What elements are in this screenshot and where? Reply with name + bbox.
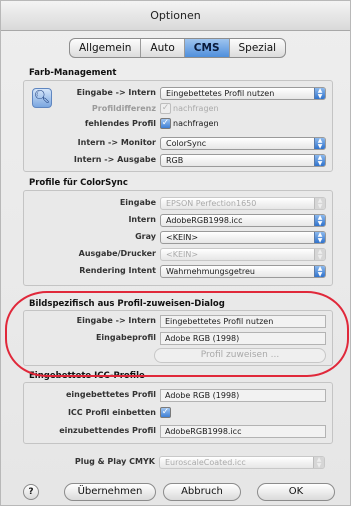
chevron-updown-icon: ▲ ▼ <box>314 138 325 149</box>
intern-monitor-label: Intern -> Monitor <box>77 138 156 147</box>
fehlendes-profil-label: fehlendes Profil <box>84 119 156 128</box>
tab-bar: Allgemein Auto CMS Spezial <box>69 38 287 58</box>
bild-eingabe-intern-row: Eingabe -> Intern Eingebettetes Profil n… <box>24 315 334 329</box>
eingebettetes-profil-label: eingebettetes Profil <box>65 390 156 399</box>
rendering-intent-popup[interactable]: Wahrnehmungsgetreu ▲ ▼ <box>160 265 326 278</box>
bildspezifisch-group: Eingabe -> Intern Eingebettetes Profil n… <box>23 310 333 366</box>
eingabe-intern-popup[interactable]: Eingebettetes Profil nutzen ▲ ▼ <box>160 87 326 100</box>
profildifferenz-value: nachfragen <box>173 104 219 113</box>
eingabeprofil-field: Adobe RGB (1998) <box>160 332 326 345</box>
intern-ausgabe-row: Intern -> Ausgabe RGB ▲ ▼ <box>24 154 334 168</box>
eingebettetes-profil-row: eingebettetes Profil Adobe RGB (1998) <box>24 389 334 403</box>
ok-button[interactable]: OK <box>257 483 335 501</box>
gray-label: Gray <box>135 232 156 241</box>
gray-value: <KEIN> <box>166 233 199 242</box>
eingabe-row: Eingabe EPSON Perfection1650 ▲ ▼ <box>24 197 334 211</box>
icc-profile-title: Eingebettete ICC-Profile <box>29 371 145 381</box>
intern-monitor-value: ColorSync <box>166 139 207 148</box>
checkmark-icon: ✓ <box>160 407 171 418</box>
einzubettendes-profil-field[interactable]: AdobeRGB1998.icc <box>160 425 326 438</box>
tab-cms[interactable]: CMS <box>184 39 230 57</box>
tab-allgemein[interactable]: Allgemein <box>70 39 142 57</box>
cancel-button[interactable]: Abbruch <box>163 483 241 501</box>
fehlendes-profil-row: fehlendes Profil ✓ nachfragen <box>24 118 334 132</box>
profildifferenz-label: Profildifferenz <box>91 104 156 113</box>
help-button[interactable]: ? <box>23 484 39 500</box>
eingabe-intern-label: Eingabe -> Intern <box>76 88 156 97</box>
plug-play-value: EuroscaleCoated.icc <box>165 458 246 467</box>
icc-profile-group: eingebettetes Profil Adobe RGB (1998) IC… <box>23 382 333 444</box>
eingabeprofil-row: Eingabeprofil Adobe RGB (1998) <box>24 332 334 346</box>
chevron-updown-icon: ▲ ▼ <box>313 457 324 468</box>
rendering-intent-label: Rendering Intent <box>79 266 156 275</box>
bild-eingabe-intern-field: Eingebettetes Profil nutzen <box>160 315 326 328</box>
profile-colorsync-group: Eingabe EPSON Perfection1650 ▲ ▼ Intern A… <box>23 190 333 286</box>
ausgabe-drucker-value: <KEIN> <box>166 250 199 259</box>
tab-auto[interactable]: Auto <box>141 39 185 57</box>
icc-einbetten-label: ICC Profil einbetten <box>67 408 156 417</box>
farb-management-group: 🔍︎ Eingabe -> Intern Eingebettetes Profi… <box>23 80 333 172</box>
chevron-updown-icon: ▲ ▼ <box>314 88 325 99</box>
einzubettendes-profil-row: einzubettendes Profil AdobeRGB1998.icc <box>24 425 334 439</box>
intern-value: AdobeRGB1998.icc <box>166 216 243 225</box>
plug-play-label: Plug & Play CMYK <box>74 457 155 466</box>
gray-popup[interactable]: <KEIN> ▲ ▼ <box>160 231 326 244</box>
intern-ausgabe-value: RGB <box>166 156 184 165</box>
chevron-updown-icon: ▲ ▼ <box>314 249 325 260</box>
intern-ausgabe-popup[interactable]: RGB ▲ ▼ <box>160 154 326 167</box>
chevron-updown-icon: ▲ ▼ <box>314 232 325 243</box>
chevron-updown-icon: ▲ ▼ <box>314 266 325 277</box>
einzubettendes-profil-label: einzubettendes Profil <box>59 426 156 435</box>
icc-einbetten-checkbox[interactable]: ✓ <box>160 407 171 420</box>
ausgabe-drucker-row: Ausgabe/Drucker <KEIN> ▲ ▼ <box>24 248 334 262</box>
intern-popup[interactable]: AdobeRGB1998.icc ▲ ▼ <box>160 214 326 227</box>
chevron-updown-icon: ▲ ▼ <box>314 198 325 209</box>
icc-einbetten-row: ICC Profil einbetten ✓ <box>24 407 334 421</box>
options-window: Optionen Allgemein Auto CMS Spezial Farb… <box>0 0 351 506</box>
plug-play-row: Plug & Play CMYK EuroscaleCoated.icc ▲ ▼ <box>23 456 333 470</box>
profildifferenz-checkbox[interactable]: ✓ nachfragen <box>160 103 219 116</box>
intern-monitor-popup[interactable]: ColorSync ▲ ▼ <box>160 137 326 150</box>
checkmark-icon: ✓ <box>160 103 171 114</box>
bild-eingabe-intern-label: Eingabe -> Intern <box>76 316 156 325</box>
fehlendes-profil-value: nachfragen <box>173 119 219 128</box>
fehlendes-profil-checkbox[interactable]: ✓ nachfragen <box>160 118 219 131</box>
eingabe-value: EPSON Perfection1650 <box>166 199 257 208</box>
window-title: Optionen <box>150 9 201 22</box>
chevron-updown-icon: ▲ ▼ <box>314 155 325 166</box>
checkmark-icon: ✓ <box>160 118 171 129</box>
intern-row: Intern AdobeRGB1998.icc ▲ ▼ <box>24 214 334 228</box>
plug-play-popup[interactable]: EuroscaleCoated.icc ▲ ▼ <box>159 456 325 469</box>
apply-button[interactable]: Übernehmen <box>64 483 156 501</box>
ausgabe-drucker-label: Ausgabe/Drucker <box>78 249 156 258</box>
rendering-intent-value: Wahrnehmungsgetreu <box>166 267 256 276</box>
eingabe-label: Eingabe <box>119 198 156 207</box>
eingabe-popup[interactable]: EPSON Perfection1650 ▲ ▼ <box>160 197 326 210</box>
farb-management-title: Farb-Management <box>29 68 117 78</box>
bildspezifisch-title: Bildspezifisch aus Profil-zuweisen-Dialo… <box>29 299 225 309</box>
eingebettetes-profil-field: Adobe RGB (1998) <box>160 389 326 402</box>
profildifferenz-row: Profildifferenz ✓ nachfragen <box>24 103 334 117</box>
eingabe-intern-value: Eingebettetes Profil nutzen <box>166 89 275 98</box>
profile-colorsync-title: Profile für ColorSync <box>29 178 128 188</box>
intern-monitor-row: Intern -> Monitor ColorSync ▲ ▼ <box>24 137 334 151</box>
gray-row: Gray <KEIN> ▲ ▼ <box>24 231 334 245</box>
eingabeprofil-label: Eingabeprofil <box>95 333 156 342</box>
title-bar: Optionen <box>1 1 350 31</box>
eingabe-intern-row: Eingabe -> Intern Eingebettetes Profil n… <box>24 87 334 101</box>
intern-ausgabe-label: Intern -> Ausgabe <box>73 155 156 164</box>
rendering-intent-row: Rendering Intent Wahrnehmungsgetreu ▲ ▼ <box>24 265 334 279</box>
profil-zuweisen-button[interactable]: Profil zuweisen ... <box>154 348 326 363</box>
ausgabe-drucker-popup[interactable]: <KEIN> ▲ ▼ <box>160 248 326 261</box>
chevron-updown-icon: ▲ ▼ <box>314 215 325 226</box>
tab-spezial[interactable]: Spezial <box>230 39 286 57</box>
intern-label: Intern <box>128 215 156 224</box>
